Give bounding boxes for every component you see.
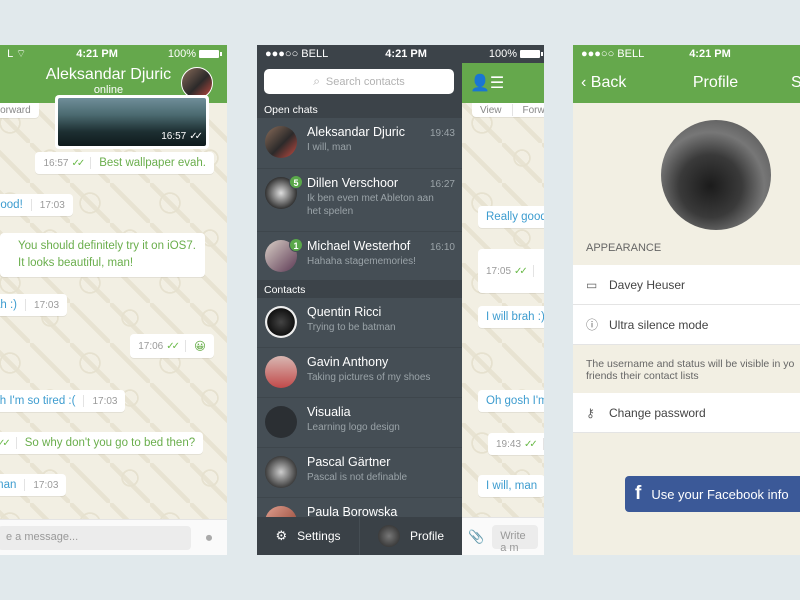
nav-right-button[interactable]: S — [791, 74, 800, 92]
gear-icon: ⚙ — [275, 528, 288, 543]
ultra-silence-row[interactable]: ⓘ Ultra silence mode — [573, 305, 800, 345]
contact-row[interactable]: Gavin Anthony Taking pictures of my shoes — [257, 348, 462, 398]
id-card-icon: ▭ — [586, 277, 598, 292]
status-bar: ●●●○○ BELL 4:21 PM — [257, 45, 462, 63]
profile-avatar — [377, 525, 400, 547]
section-label: APPEARANCE — [586, 242, 662, 254]
chat-peek[interactable]: 100% 👤☰ ViewForwa Really good 17:05✓✓ I … — [462, 45, 544, 555]
contacts-list-icon[interactable]: 👤☰ — [462, 63, 544, 93]
tab-settings[interactable]: ⚙ Settings — [257, 517, 359, 555]
key-icon: ⚷ — [586, 405, 595, 420]
read-check-icon: ✓✓ — [166, 340, 180, 352]
username-field[interactable]: ▭ Davey Heuser — [573, 265, 800, 305]
contacts-screen: ●●●○○ BELL 4:21 PM ⌕ Search contacts Ope… — [257, 45, 544, 555]
tab-profile[interactable]: Profile — [359, 517, 462, 555]
read-check-icon: ✓✓ — [71, 157, 85, 169]
bottom-tab-bar: ⚙ Settings Profile — [257, 517, 462, 555]
attachment-icon[interactable]: 📎 — [468, 529, 484, 545]
battery-percent: 100% — [167, 48, 196, 60]
visibility-note: The username and status will be visible … — [586, 358, 795, 382]
message-bubble[interactable]: 19:43 ✓✓ — [488, 433, 544, 455]
info-icon: ⓘ — [586, 318, 599, 332]
contact-row[interactable]: Visualia Learning logo design — [257, 398, 462, 448]
avatar: 1 — [265, 238, 303, 272]
chat-screen: L ⌔ 4:21 PM 100% Aleksandar Djuric onlin… — [0, 45, 227, 555]
facebook-button[interactable]: f Use your Facebook info — [625, 476, 800, 512]
message-input[interactable]: Write a m — [492, 524, 538, 554]
avatar — [265, 456, 297, 488]
message-bubble[interactable]: Really good — [478, 206, 544, 228]
open-chats-header: Open chats — [257, 100, 462, 118]
message-input-bar: e a message... ⏺ — [0, 519, 227, 555]
message-bubble[interactable]: 17:06 ✓✓ 😀 — [130, 334, 214, 358]
search-icon: ⌕ — [313, 74, 320, 88]
microphone-icon[interactable]: ⏺ — [199, 530, 219, 546]
profile-photo[interactable] — [661, 120, 771, 230]
change-password-row[interactable]: ⚷ Change password — [573, 393, 800, 433]
message-bubble[interactable]: I will, man — [478, 475, 544, 497]
message-actions[interactable]: ViewForwa — [472, 103, 544, 117]
avatar — [265, 406, 297, 438]
profile-screen: ●●●○○ BELL 4:21 PM ‹ Back Profile S APPE… — [573, 45, 800, 555]
open-chat-row[interactable]: Aleksandar Djuric I will, man 19:43 — [257, 118, 462, 169]
search-input[interactable]: ⌕ Search contacts — [264, 69, 454, 94]
battery-icon — [520, 50, 543, 58]
message-bubble[interactable]: Oh gosh I'm — [478, 390, 544, 412]
avatar: 5 — [265, 175, 303, 209]
read-check-icon: ✓✓ — [0, 437, 11, 449]
message-bubble[interactable]: 17:05 ✓✓ — [478, 249, 544, 293]
status-time: 4:21 PM — [689, 48, 731, 60]
message-bubble[interactable]: You should definitely try it on iOS7. It… — [0, 233, 205, 277]
status-time: 4:21 PM — [76, 48, 118, 60]
message-bubble[interactable]: man17:03 — [0, 474, 67, 496]
message-input[interactable]: e a message... — [0, 525, 191, 550]
wallpaper-image: 16:57 ✓✓ — [58, 98, 206, 146]
message-bubble[interactable]: sh I'm so tired :(17:03 — [0, 390, 126, 412]
unread-badge: 5 — [289, 175, 303, 189]
wifi-icon: L ⌔ — [0, 48, 27, 60]
contacts-header: Contacts — [257, 280, 462, 298]
contact-row[interactable]: Quentin Ricci Trying to be batman — [257, 298, 462, 348]
message-bubble[interactable]: 16:57 ✓✓ Best wallpaper evah. — [35, 152, 214, 174]
open-chat-row[interactable]: 5 Dillen Verschoor Ik ben even met Ablet… — [257, 169, 462, 232]
avatar — [265, 306, 297, 338]
carrier-signal: ●●●○○ BELL — [581, 48, 645, 60]
status-bar: L ⌔ 4:21 PM 100% — [0, 45, 227, 63]
message-bubble[interactable]: ah :)17:03 — [0, 294, 68, 316]
battery-icon — [199, 50, 222, 59]
status-bar: ●●●○○ BELL 4:21 PM — [573, 45, 800, 63]
open-chat-row[interactable]: 1 Michael Westerhof Hahaha stagememories… — [257, 232, 462, 280]
facebook-icon: f — [635, 483, 642, 504]
message-action-forward[interactable]: Forward — [0, 103, 39, 118]
carrier-signal: ●●●○○ BELL — [265, 48, 329, 60]
contacts-sidebar: ●●●○○ BELL 4:21 PM ⌕ Search contacts Ope… — [257, 45, 462, 555]
contact-row[interactable]: Pascal Gärtner Pascal is not definable — [257, 448, 462, 498]
chat-messages[interactable]: Forward 16:57✓✓ 16:57✓✓Best wallpaper ev… — [0, 95, 227, 519]
message-bubble[interactable]: I will brah :) — [478, 306, 544, 328]
message-bubble[interactable]: good!17:03 — [0, 194, 73, 216]
avatar — [265, 126, 297, 158]
image-message[interactable]: 16:57 ✓✓ — [55, 95, 209, 149]
avatar — [265, 356, 297, 388]
message-bubble[interactable]: ✓✓So why don't you go to bed then? — [0, 432, 204, 454]
page-title: Profile — [692, 74, 739, 91]
status-time: 4:21 PM — [385, 48, 427, 60]
unread-badge: 1 — [289, 238, 303, 252]
emoji-grin: 😀 — [194, 341, 206, 353]
